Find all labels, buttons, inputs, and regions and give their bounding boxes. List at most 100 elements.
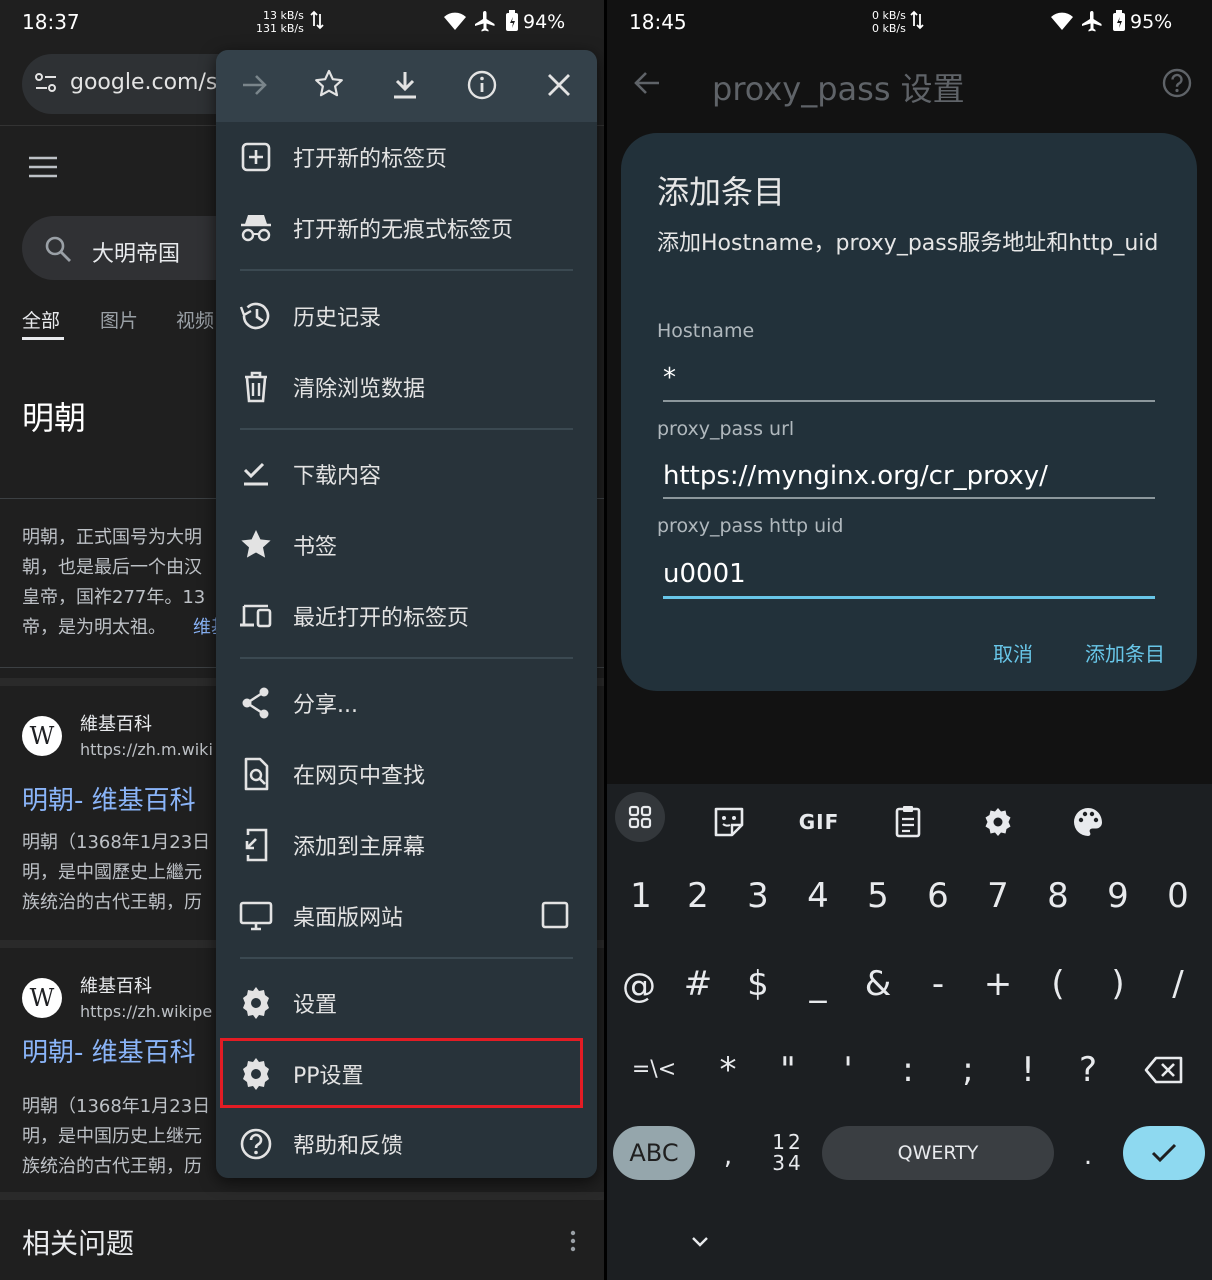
bookmark-star-icon[interactable]	[314, 69, 344, 99]
key-semicolon[interactable]: ;	[940, 1040, 996, 1100]
http-uid-label: proxy_pass http uid	[657, 515, 844, 537]
key-9[interactable]: 9	[1090, 866, 1146, 926]
numpad-bottom: 34	[772, 1151, 804, 1175]
back-arrow-icon[interactable]	[633, 70, 661, 96]
menu-item-history[interactable]: 历史记录	[216, 286, 597, 346]
key-3[interactable]: 3	[730, 866, 786, 926]
backspace-icon[interactable]	[1144, 1055, 1184, 1085]
key-single-quote[interactable]: '	[820, 1040, 876, 1100]
sticker-icon[interactable]	[705, 798, 753, 846]
net-up: 13 kB/s	[263, 9, 304, 22]
search-query[interactable]: 大明帝国	[92, 236, 180, 268]
key-hash[interactable]: #	[670, 954, 726, 1014]
key-comma[interactable]: ,	[700, 1126, 756, 1186]
key-8[interactable]: 8	[1030, 866, 1086, 926]
numpad-key[interactable]: 12 34	[767, 1132, 809, 1174]
space-bar[interactable]: QWERTY	[822, 1126, 1054, 1180]
more-vert-icon[interactable]	[569, 1230, 577, 1252]
key-4[interactable]: 4	[790, 866, 846, 926]
share-icon	[242, 687, 269, 719]
apps-grid-icon[interactable]	[616, 793, 664, 841]
key-1[interactable]: 1	[613, 866, 669, 926]
key-5[interactable]: 5	[850, 866, 906, 926]
forward-icon[interactable]	[240, 70, 270, 100]
palette-icon[interactable]	[1064, 798, 1112, 846]
result-snippet-line: 明，是中國歷史上繼元	[22, 862, 202, 883]
menu-item-add-to-home[interactable]: 添加到主屏幕	[216, 815, 597, 875]
key-at[interactable]: @	[611, 956, 667, 1016]
key-paren-open[interactable]: (	[1030, 954, 1086, 1014]
key-underscore[interactable]: _	[790, 954, 846, 1014]
key-2[interactable]: 2	[670, 866, 726, 926]
help-icon[interactable]	[1161, 67, 1193, 99]
help-icon	[240, 1128, 272, 1160]
download-icon[interactable]	[392, 70, 418, 100]
key-asterisk[interactable]: *	[700, 1040, 756, 1100]
close-icon[interactable]	[546, 72, 572, 98]
clipboard-icon[interactable]	[884, 798, 932, 846]
knowledge-title: 明朝	[22, 399, 87, 437]
menu-item-label: 书签	[293, 535, 338, 560]
abc-key[interactable]: ABC	[613, 1126, 695, 1180]
menu-item-recent-tabs[interactable]: 最近打开的标签页	[216, 586, 597, 646]
desktop-site-checkbox[interactable]	[540, 900, 570, 930]
menu-divider	[240, 428, 573, 430]
add-entry-dialog: 添加条目 添加Hostname，proxy_pass服务地址和http_uid …	[621, 133, 1197, 691]
key-question[interactable]: ?	[1060, 1040, 1116, 1100]
proxy-settings-screen: 18:45 0 kB/s 0 kB/s 95% proxy_pass 设置 添加…	[607, 0, 1212, 1280]
key-colon[interactable]: :	[880, 1040, 936, 1100]
http-uid-field[interactable]: u0001	[663, 559, 746, 589]
key-more-symbols[interactable]: =\<	[619, 1040, 689, 1100]
menu-item-clear-browsing-data[interactable]: 清除浏览数据	[216, 357, 597, 417]
key-0[interactable]: 0	[1150, 866, 1206, 926]
key-minus[interactable]: -	[910, 954, 966, 1014]
cancel-button[interactable]: 取消	[993, 638, 1033, 667]
proxy-url-field[interactable]: https://mynginx.org/cr_proxy/	[663, 461, 1048, 491]
gif-icon[interactable]: GIF	[795, 798, 843, 846]
url-text[interactable]: google.com/s	[70, 70, 217, 95]
key-slash[interactable]: /	[1150, 954, 1206, 1014]
result-title-link[interactable]: 明朝- 维基百科	[22, 780, 196, 817]
menu-item-share[interactable]: 分享...	[216, 673, 597, 733]
tab-all[interactable]: 全部	[22, 306, 60, 333]
site-settings-icon[interactable]	[34, 72, 58, 94]
hamburger-menu-icon[interactable]	[28, 155, 58, 179]
key-double-quote[interactable]: "	[760, 1040, 816, 1100]
tab-images[interactable]: 图片	[100, 306, 138, 333]
chevron-down-icon[interactable]	[691, 1236, 709, 1248]
enter-key[interactable]	[1123, 1126, 1205, 1180]
dialog-subtitle: 添加Hostname，proxy_pass服务地址和http_uid	[657, 231, 1159, 256]
tab-videos[interactable]: 视频	[176, 306, 214, 333]
menu-item-settings[interactable]: 设置	[216, 973, 597, 1033]
menu-item-help-feedback[interactable]: 帮助和反馈	[216, 1114, 597, 1174]
key-plus[interactable]: +	[970, 954, 1026, 1014]
field-underline-focused	[663, 596, 1155, 599]
check-icon	[1151, 1143, 1177, 1163]
menu-item-new-tab[interactable]: 打开新的标签页	[216, 127, 597, 187]
key-ampersand[interactable]: &	[850, 954, 906, 1014]
menu-item-downloads[interactable]: 下载内容	[216, 444, 597, 504]
airplane-icon	[475, 11, 495, 32]
menu-item-new-incognito-tab[interactable]: 打开新的无痕式标签页	[216, 198, 597, 258]
net-down: 131 kB/s	[256, 22, 304, 35]
result-title-link[interactable]: 明朝- 维基百科	[22, 1032, 196, 1069]
knowledge-line: 明朝，正式国号为大明	[22, 527, 202, 548]
download-done-icon	[243, 462, 268, 486]
hostname-field[interactable]: *	[663, 363, 676, 393]
key-6[interactable]: 6	[910, 866, 966, 926]
menu-item-desktop-site[interactable]: 桌面版网站	[216, 886, 597, 946]
menu-item-bookmarks[interactable]: 书签	[216, 515, 597, 575]
key-paren-close[interactable]: )	[1090, 954, 1146, 1014]
field-underline	[663, 497, 1155, 499]
menu-item-find-in-page[interactable]: 在网页中查找	[216, 744, 597, 804]
gear-icon[interactable]	[974, 798, 1022, 846]
key-period[interactable]: .	[1060, 1126, 1116, 1186]
search-icon[interactable]	[44, 235, 72, 263]
key-exclamation[interactable]: !	[1000, 1040, 1056, 1100]
add-to-home-icon	[245, 828, 268, 862]
key-dollar[interactable]: $	[730, 954, 786, 1014]
chrome-overflow-menu: 打开新的标签页 打开新的无痕式标签页 历史记录 清除浏览数据 下载内容 书签 最…	[216, 50, 597, 1178]
key-7[interactable]: 7	[970, 866, 1026, 926]
info-icon[interactable]	[466, 69, 498, 101]
add-entry-button[interactable]: 添加条目	[1085, 638, 1165, 667]
